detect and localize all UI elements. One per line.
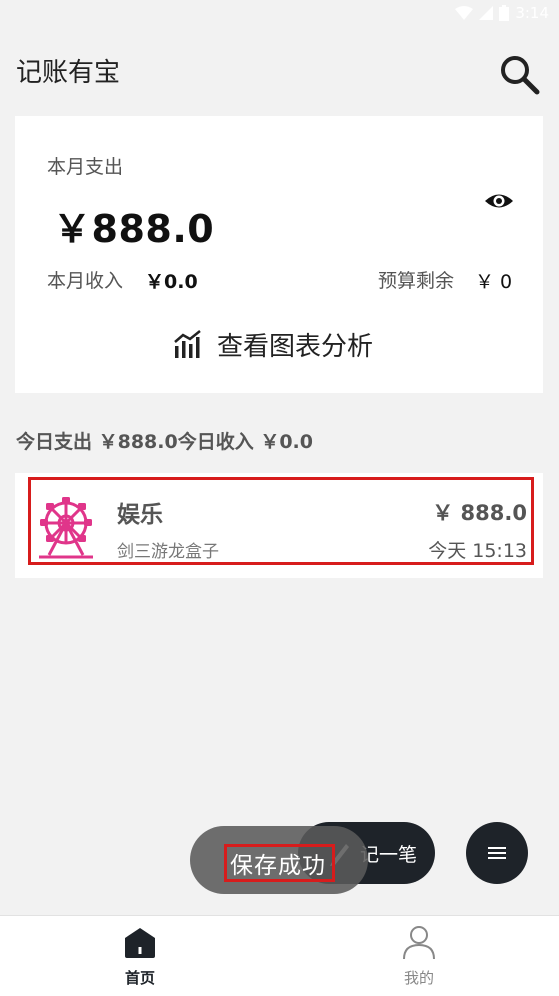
transaction-category: 娱乐	[117, 502, 163, 528]
chart-link-label: 查看图表分析	[217, 331, 374, 362]
nav-label-home: 首页	[124, 969, 155, 987]
status-bar: 3:14	[0, 0, 559, 30]
signal-icon	[479, 6, 494, 20]
transaction-amount: ￥ 888.0	[432, 501, 527, 525]
monthly-summary-card: 本月支出 ￥888.0 本月收入 ￥0.0 预算剩余 ￥ 0 查看图表分析	[15, 116, 543, 393]
home-icon	[125, 928, 155, 958]
search-icon	[501, 56, 540, 95]
budget-remaining-label: 预算剩余	[378, 270, 455, 292]
budget-remaining-value: ￥ 0	[475, 271, 513, 293]
transaction-item[interactable]: 娱乐 剑三游龙盒子 ￥ 888.0 今天 15:13	[15, 473, 543, 578]
menu-button[interactable]	[466, 822, 528, 884]
toast: 保存成功	[190, 826, 368, 894]
record-button-label: 记一笔	[360, 844, 418, 866]
toggle-visibility-button[interactable]	[484, 186, 514, 216]
menu-icon	[488, 847, 506, 859]
user-icon	[403, 926, 435, 960]
status-time: 3:14	[515, 4, 549, 22]
nav-item-mine[interactable]: 我的	[349, 916, 489, 996]
daily-summary: 今日支出 ￥888.0今日收入 ￥0.0	[16, 431, 313, 453]
app-title: 记账有宝	[16, 58, 121, 88]
chart-icon	[174, 330, 201, 358]
transaction-time: 今天 15:13	[428, 540, 527, 562]
transaction-note: 剑三游龙盒子	[117, 542, 219, 562]
month-expense-label: 本月支出	[47, 156, 124, 178]
view-chart-analysis-button[interactable]: 查看图表分析	[173, 324, 373, 364]
month-expense-amount: ￥888.0	[53, 207, 215, 251]
month-income-value: ￥0.0	[145, 271, 198, 293]
month-income-label: 本月收入	[47, 270, 124, 292]
nav-item-home[interactable]: 首页	[70, 916, 210, 996]
bottom-nav: 首页 我的	[0, 915, 559, 996]
toast-text: 保存成功	[230, 853, 326, 879]
search-button[interactable]	[497, 52, 541, 96]
nav-label-mine: 我的	[403, 969, 434, 987]
ferris-wheel-icon	[39, 497, 93, 559]
status-icons: 3:14	[455, 4, 549, 22]
wifi-icon	[455, 6, 474, 20]
eye-icon	[485, 194, 513, 208]
battery-icon	[499, 5, 510, 21]
